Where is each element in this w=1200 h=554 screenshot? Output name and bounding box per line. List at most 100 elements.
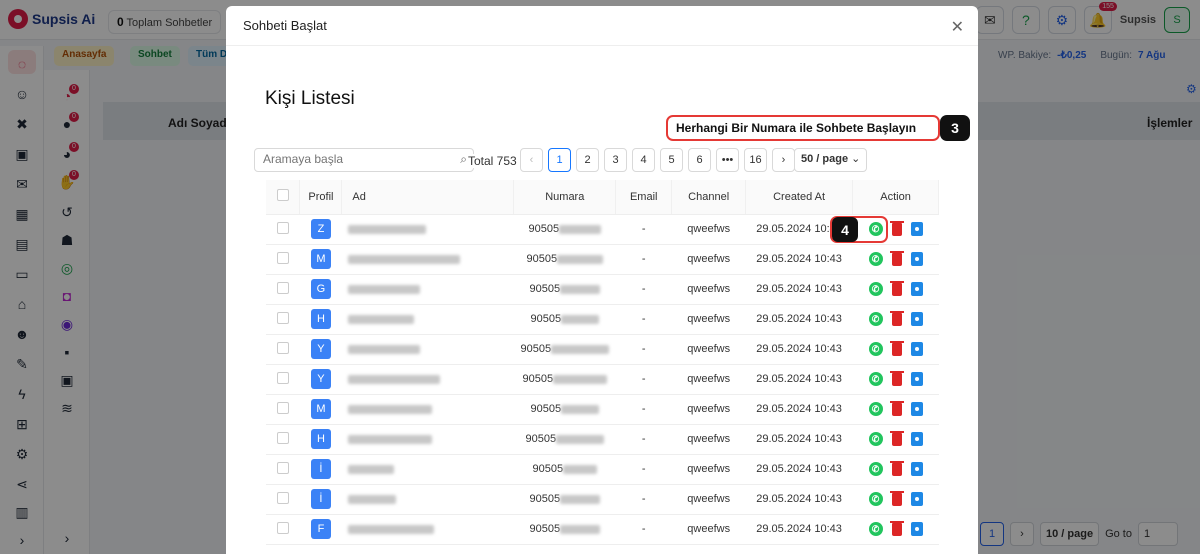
table-row[interactable]: İ 90505 - qweefws 29.05.2024 10:43 ✆ (266, 484, 939, 515)
trash-icon[interactable] (889, 520, 904, 536)
page-2[interactable]: 2 (576, 148, 599, 172)
search-input[interactable] (263, 152, 443, 166)
row-checkbox[interactable] (276, 311, 289, 324)
trash-icon[interactable] (889, 310, 904, 326)
table-row[interactable]: H 90505 - qweefws 29.05.2024 10:43 ✆ (266, 424, 939, 455)
row-select-cell (266, 274, 300, 305)
created-cell: 29.05.2024 10:43 (745, 454, 853, 485)
row-checkbox[interactable] (276, 401, 289, 414)
row-checkbox[interactable] (276, 371, 289, 384)
action-cell: ✆ (852, 304, 939, 335)
whatsapp-icon[interactable]: ✆ (868, 252, 883, 266)
page-size-select[interactable]: 50 / page ⌄ (794, 148, 868, 172)
whatsapp-icon[interactable]: ✆ (868, 522, 883, 536)
trash-icon[interactable] (889, 460, 904, 476)
page-5[interactable]: 5 (660, 148, 683, 172)
whatsapp-icon[interactable]: ✆ (868, 492, 883, 506)
page-3[interactable]: 3 (604, 148, 627, 172)
avatar: Z (310, 219, 331, 239)
table-row[interactable]: Y 90505 - qweefws 29.05.2024 10:43 ✆ (266, 334, 939, 365)
trash-icon[interactable] (889, 430, 904, 446)
close-icon[interactable]: ✕ (951, 17, 964, 37)
redacted-number (559, 224, 602, 234)
table-row[interactable]: M 90505 - qweefws 29.05.2024 10:43 ✆ (266, 394, 939, 425)
contact-card-icon[interactable] (910, 252, 923, 266)
row-checkbox[interactable] (276, 281, 289, 294)
row-checkbox[interactable] (276, 521, 289, 534)
whatsapp-icon[interactable]: ✆ (868, 432, 883, 446)
redacted-number (556, 434, 605, 444)
avatar: G (310, 279, 331, 299)
page-6[interactable]: 6 (688, 148, 711, 172)
channel-cell: qweefws (671, 364, 746, 395)
contact-card-icon[interactable] (910, 372, 923, 386)
channel-cell: qweefws (671, 274, 746, 305)
trash-icon[interactable] (889, 370, 904, 386)
profile-cell: H (299, 424, 342, 455)
whatsapp-icon[interactable]: ✆ (868, 342, 883, 356)
action-cell: ✆ (852, 454, 939, 485)
created-cell: 29.05.2024 10:43 (745, 304, 853, 335)
number-cell: 90505 (513, 424, 616, 455)
contact-card-icon[interactable] (910, 222, 923, 236)
modal-header-title: Sohbeti Başlat (243, 18, 327, 33)
trash-icon[interactable] (889, 340, 904, 356)
prev-page-icon[interactable]: ‹ (520, 148, 543, 172)
contact-card-icon[interactable] (910, 312, 923, 326)
contact-card-icon[interactable] (910, 282, 923, 296)
avatar: Y (310, 339, 331, 359)
number-cell: 90505 (513, 334, 616, 365)
action-cell: ✆ (852, 514, 939, 545)
trash-icon[interactable] (889, 250, 904, 266)
redacted-number (561, 404, 600, 414)
whatsapp-icon[interactable]: ✆ (868, 312, 883, 326)
contact-card-icon[interactable] (910, 522, 923, 536)
row-select-cell (266, 484, 300, 515)
row-checkbox[interactable] (276, 251, 289, 264)
trash-icon[interactable] (889, 280, 904, 296)
name-cell (341, 304, 514, 335)
number-prefix: 90505 (529, 523, 561, 536)
col-action: Action (852, 180, 939, 215)
row-checkbox[interactable] (276, 221, 289, 234)
contact-card-icon[interactable] (910, 402, 923, 416)
email-cell: - (615, 304, 672, 335)
number-cell: 90505 (513, 214, 616, 245)
next-page-icon[interactable]: › (772, 148, 795, 172)
page-4[interactable]: 4 (632, 148, 655, 172)
contact-card-icon[interactable] (910, 492, 923, 506)
page-16[interactable]: 16 (744, 148, 767, 172)
row-checkbox[interactable] (276, 491, 289, 504)
trash-icon[interactable] (889, 220, 904, 236)
table-row[interactable]: G 90505 - qweefws 29.05.2024 10:43 ✆ (266, 274, 939, 305)
table-row[interactable]: M 90505 - qweefws 29.05.2024 10:43 ✆ (266, 244, 939, 275)
step-marker-4: 4 (832, 217, 858, 242)
row-checkbox[interactable] (276, 341, 289, 354)
row-checkbox[interactable] (276, 431, 289, 444)
contact-card-icon[interactable] (910, 342, 923, 356)
search-field[interactable]: ⌕ (254, 148, 474, 172)
table-row[interactable]: Y 90505 - qweefws 29.05.2024 10:43 ✆ (266, 364, 939, 395)
table-row[interactable]: H 90505 - qweefws 29.05.2024 10:43 ✆ (266, 304, 939, 335)
whatsapp-icon[interactable]: ✆ (868, 402, 883, 416)
redacted-name (347, 314, 414, 324)
select-all-checkbox[interactable] (276, 189, 289, 202)
row-select-cell (266, 364, 300, 395)
profile-cell: İ (299, 484, 342, 515)
contact-card-icon[interactable] (910, 462, 923, 476)
trash-icon[interactable] (889, 490, 904, 506)
start-with-any-number-button[interactable]: Herhangi Bir Numara ile Sohbete Başlayın (666, 115, 940, 141)
trash-icon[interactable] (889, 400, 904, 416)
row-select-cell (266, 334, 300, 365)
table-row[interactable]: İ 90505 - qweefws 29.05.2024 10:43 ✆ (266, 454, 939, 485)
whatsapp-icon[interactable]: ✆ (868, 462, 883, 476)
table-row[interactable]: F 90505 - qweefws 29.05.2024 10:43 ✆ (266, 514, 939, 545)
whatsapp-icon[interactable]: ✆ (868, 372, 883, 386)
whatsapp-icon[interactable]: ✆ (868, 282, 883, 296)
action-cell: ✆ (852, 274, 939, 305)
number-prefix: 90505 (520, 343, 552, 356)
row-checkbox[interactable] (276, 461, 289, 474)
contact-card-icon[interactable] (910, 432, 923, 446)
page-1[interactable]: 1 (548, 148, 571, 172)
page-ellipsis[interactable]: ••• (716, 148, 739, 172)
